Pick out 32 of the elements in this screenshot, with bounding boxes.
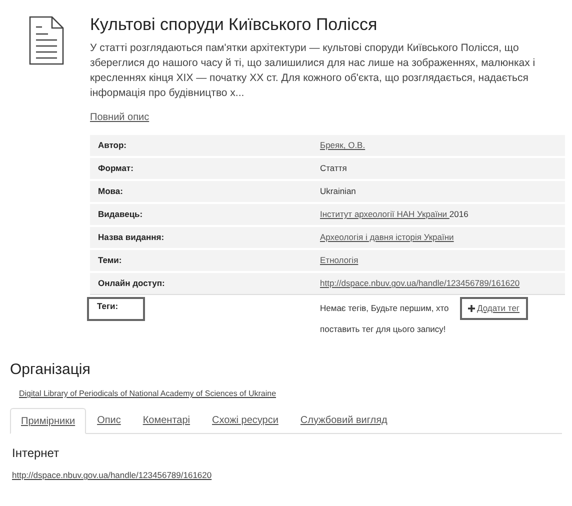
- field-label: Онлайн доступ:: [97, 277, 166, 290]
- field-label: Автор:: [97, 139, 128, 152]
- field-value: Стаття: [320, 162, 347, 175]
- field-label: Теми:: [97, 254, 123, 267]
- tab[interactable]: Опис: [86, 407, 132, 433]
- add-tag-button[interactable]: Додати тег: [460, 297, 528, 320]
- field-label: Видавець:: [97, 208, 144, 221]
- field-label: Мова:: [97, 185, 124, 198]
- field-value-link[interactable]: Археологія і давня історія України: [320, 231, 454, 244]
- document-icon: [28, 16, 64, 66]
- plus-icon: [468, 305, 475, 312]
- field-label: Формат:: [97, 162, 134, 175]
- field-value-link[interactable]: http://dspace.nbuv.gov.ua/handle/123456789/161620: [320, 277, 520, 290]
- online-access-link[interactable]: http://dspace.nbuv.gov.ua/handle/123456789/161620: [12, 469, 212, 482]
- field-value-link[interactable]: Інститут археології НАН України: [320, 208, 450, 221]
- field-value: Ukrainian: [320, 185, 356, 198]
- field-value: 2016: [449, 208, 468, 221]
- tab[interactable]: Схожі ресурси: [201, 407, 290, 433]
- tab[interactable]: Службовий вигляд: [289, 407, 398, 433]
- tab[interactable]: Коментарі: [132, 407, 202, 433]
- tab[interactable]: Примірники: [10, 408, 86, 434]
- record-title: Культові споруди Київського Полісся: [90, 14, 378, 36]
- full-description-link[interactable]: Повний опис: [90, 110, 150, 125]
- organization-link[interactable]: Digital Library of Periodicals of National Academy of Sciences of Ukraine: [19, 388, 276, 400]
- section-heading: Інтернет: [12, 445, 60, 462]
- record-summary: У статті розглядаються пам'ятки архітектури — культові споруди Київського Полісся, що збереглися до нашого часу й ті, що залишилися для нас лише на зображеннях, малюнках і кресленнях кінця XIX — початку XX ст. Для кожного об'єкта, що розглядається, надається інформація про будівництво х...: [90, 41, 536, 101]
- tags-label: Теги:: [87, 297, 145, 321]
- field-value-link[interactable]: Етнологія: [320, 254, 358, 267]
- field-label: Назва видання:: [97, 231, 166, 244]
- field-value-link[interactable]: Бреяк, О.В.: [320, 139, 366, 152]
- no-tags-message: Немає тегів, Будьте першим, хто поставить тег для цього запису!: [320, 302, 450, 336]
- section-heading: Організація: [10, 360, 92, 380]
